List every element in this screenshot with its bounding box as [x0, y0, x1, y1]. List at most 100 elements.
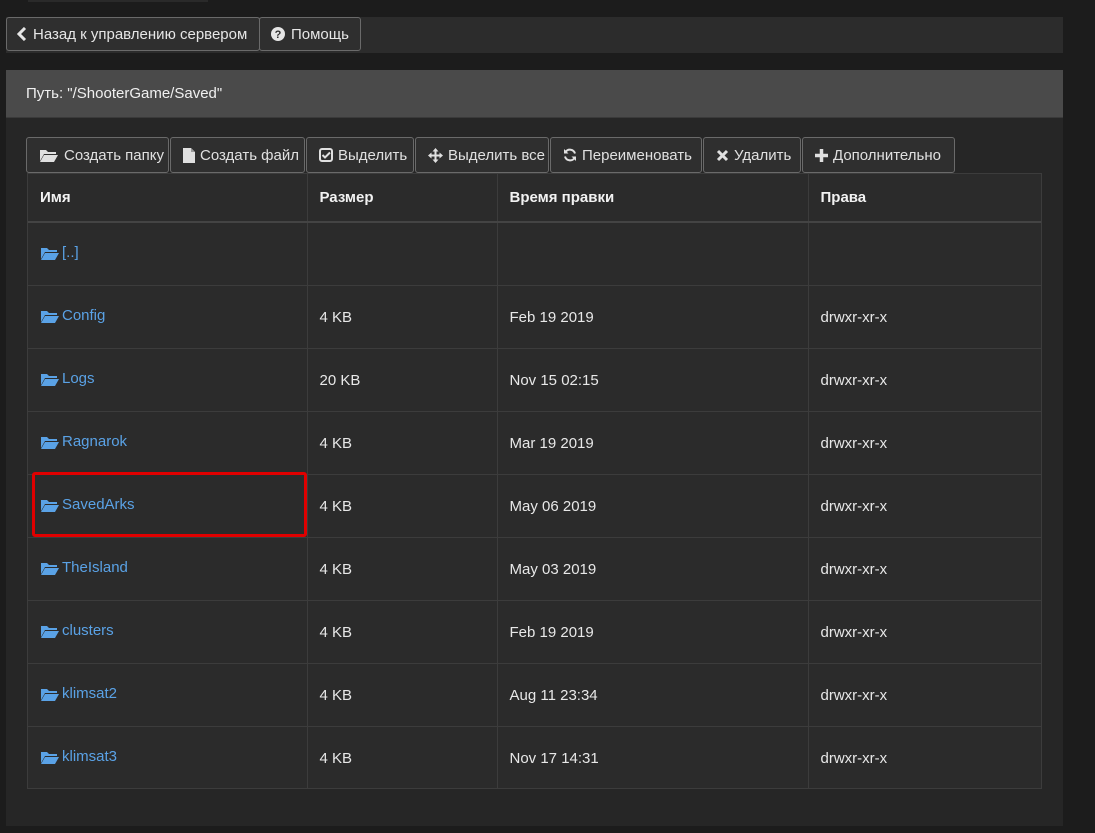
permissions-cell: drwxr-xr-x	[807, 600, 1041, 664]
name-cell: klimsat2	[28, 663, 307, 727]
folder-name: Logs	[62, 370, 95, 388]
table-row[interactable]: SavedArks 4 KB May 06 2019 drwxr-xr-x	[28, 474, 1041, 538]
permissions-cell: drwxr-xr-x	[807, 663, 1041, 727]
modified-cell: Mar 19 2019	[496, 411, 808, 475]
folder-link[interactable]: TheIsland	[40, 559, 128, 576]
folder-name: klimsat3	[62, 748, 118, 766]
size-cell	[306, 222, 497, 286]
file-manager-panel: Путь: "/ShooterGame/Saved" Создать папку…	[6, 70, 1063, 826]
size-cell: 4 KB	[306, 411, 497, 475]
folder-link[interactable]: Ragnarok	[40, 433, 127, 450]
folder-open-icon	[41, 499, 59, 512]
refresh-icon	[564, 148, 576, 162]
table-row[interactable]: klimsat3 4 KB Nov 17 14:31 drwxr-xr-x	[28, 726, 1041, 789]
modified-cell: Feb 19 2019	[496, 285, 808, 349]
name-cell: SavedArks	[28, 474, 307, 538]
folder-open-icon	[41, 247, 59, 260]
file-icon	[183, 147, 195, 163]
question-circle-icon: ?	[271, 27, 285, 41]
create-file-button[interactable]: Создать файл	[170, 137, 305, 173]
folder-link[interactable]: Logs	[40, 370, 95, 387]
rename-label: Переименовать	[582, 146, 692, 164]
permissions-cell: drwxr-xr-x	[807, 726, 1041, 789]
permissions-cell: drwxr-xr-x	[807, 285, 1041, 349]
modified-cell	[496, 222, 808, 286]
permissions-cell: drwxr-xr-x	[807, 411, 1041, 475]
folder-name: clusters	[62, 622, 114, 640]
folder-link[interactable]: Config	[40, 307, 105, 324]
help-button[interactable]: ? Помощь	[259, 17, 361, 51]
column-header-name[interactable]: Имя	[28, 174, 307, 223]
create-folder-button[interactable]: Создать папку	[26, 137, 169, 173]
table-row[interactable]: [..]	[28, 222, 1041, 286]
folder-name: klimsat2	[62, 685, 118, 703]
size-cell: 4 KB	[306, 285, 497, 349]
back-to-server-label: Назад к управлению сервером	[33, 25, 248, 43]
folder-open-icon	[41, 562, 59, 575]
folder-name: Ragnarok	[62, 433, 128, 451]
delete-button[interactable]: Удалить	[703, 137, 801, 173]
folder-link[interactable]: SavedArks	[40, 496, 135, 513]
name-cell: TheIsland	[28, 537, 307, 601]
size-cell: 4 KB	[306, 726, 497, 789]
modified-cell: Aug 11 23:34	[496, 663, 808, 727]
modified-cell: May 06 2019	[496, 474, 808, 538]
column-header-modified[interactable]: Время правки	[496, 174, 808, 223]
table-row[interactable]: Ragnarok 4 KB Mar 19 2019 drwxr-xr-x	[28, 411, 1041, 475]
size-cell: 4 KB	[306, 537, 497, 601]
back-to-server-button[interactable]: Назад к управлению сервером	[6, 17, 260, 51]
folder-open-icon	[40, 150, 58, 162]
select-button[interactable]: Выделить	[306, 137, 414, 173]
folder-open-icon	[41, 688, 59, 701]
name-cell: Logs	[28, 348, 307, 412]
permissions-cell	[807, 222, 1041, 286]
size-cell: 4 KB	[306, 600, 497, 664]
select-all-label: Выделить все	[448, 146, 546, 164]
modified-cell: Nov 17 14:31	[496, 726, 808, 789]
table-row[interactable]: TheIsland 4 KB May 03 2019 drwxr-xr-x	[28, 537, 1041, 601]
folder-open-icon	[41, 373, 59, 386]
folder-link[interactable]: clusters	[40, 622, 114, 639]
top-edge	[28, 0, 208, 2]
file-table-wrapper: Имя Размер Время правки Права [..] Config…	[27, 173, 1042, 789]
create-folder-label: Создать папку	[64, 146, 164, 164]
folder-link[interactable]: [..]	[40, 244, 79, 261]
table-header-row: Имя Размер Время правки Права	[28, 174, 1041, 223]
name-cell: clusters	[28, 600, 307, 664]
name-cell: [..]	[28, 222, 307, 286]
folder-link[interactable]: klimsat3	[40, 748, 117, 765]
plus-icon	[815, 148, 828, 162]
name-cell: klimsat3	[28, 726, 307, 789]
file-table: Имя Размер Время правки Права [..] Config…	[28, 174, 1041, 789]
permissions-cell: drwxr-xr-x	[807, 348, 1041, 412]
size-cell: 4 KB	[306, 663, 497, 727]
column-header-size[interactable]: Размер	[306, 174, 497, 223]
table-row[interactable]: Config 4 KB Feb 19 2019 drwxr-xr-x	[28, 285, 1041, 349]
close-icon	[716, 149, 729, 161]
size-cell: 20 KB	[306, 348, 497, 412]
svg-text:?: ?	[275, 29, 282, 41]
check-square-icon	[319, 148, 333, 162]
create-file-label: Создать файл	[200, 146, 299, 164]
modified-cell: May 03 2019	[496, 537, 808, 601]
chevron-left-icon	[17, 27, 27, 41]
table-row[interactable]: klimsat2 4 KB Aug 11 23:34 drwxr-xr-x	[28, 663, 1041, 727]
delete-label: Удалить	[734, 146, 792, 164]
current-path: Путь: "/ShooterGame/Saved"	[26, 85, 223, 102]
table-row[interactable]: Logs 20 KB Nov 15 02:15 drwxr-xr-x	[28, 348, 1041, 412]
more-button[interactable]: Дополнительно	[802, 137, 955, 173]
folder-name: Config	[62, 307, 106, 325]
column-header-permissions[interactable]: Права	[807, 174, 1041, 223]
help-label: Помощь	[291, 25, 349, 43]
size-cell: 4 KB	[306, 474, 497, 538]
folder-name: TheIsland	[62, 559, 128, 577]
name-cell: Config	[28, 285, 307, 349]
select-label: Выделить	[338, 146, 408, 164]
name-cell: Ragnarok	[28, 411, 307, 475]
modified-cell: Feb 19 2019	[496, 600, 808, 664]
select-all-button[interactable]: Выделить все	[415, 137, 549, 173]
table-row[interactable]: clusters 4 KB Feb 19 2019 drwxr-xr-x	[28, 600, 1041, 664]
folder-link[interactable]: klimsat2	[40, 685, 117, 702]
rename-button[interactable]: Переименовать	[550, 137, 702, 173]
path-header: Путь: "/ShooterGame/Saved"	[6, 70, 1063, 118]
